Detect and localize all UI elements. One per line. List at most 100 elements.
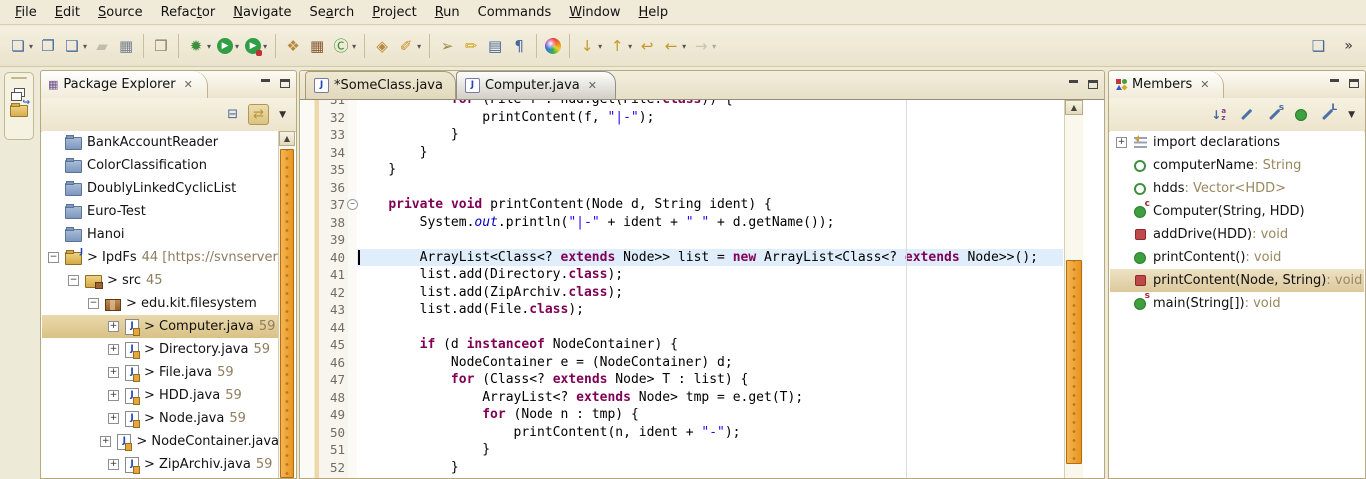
prev-annotation-icon[interactable]: ↑▾ xyxy=(605,33,635,59)
collapse-all-icon[interactable]: ⊟ xyxy=(227,107,238,122)
code-line-52[interactable]: 52 } xyxy=(301,459,1063,477)
menu-source[interactable]: Source xyxy=(89,3,152,22)
hide-static-members-icon[interactable]: s xyxy=(1267,107,1282,122)
expander-plus-icon[interactable]: + xyxy=(108,367,119,378)
search-icon[interactable]: ✐▾ xyxy=(394,33,424,59)
tree-item[interactable]: BankAccountReader xyxy=(42,131,279,154)
code-line-50[interactable]: 50 printContent(n, ident + "-"); xyxy=(301,424,1063,442)
last-edit-location-icon[interactable]: ↩ xyxy=(635,33,659,59)
close-icon[interactable]: ✕ xyxy=(1200,78,1209,91)
line-number[interactable]: 53 xyxy=(319,476,348,478)
close-icon[interactable]: ✕ xyxy=(184,78,193,91)
open-type-icon[interactable]: ◈ xyxy=(370,33,394,59)
maximize-button[interactable] xyxy=(280,79,290,88)
scroll-up-icon[interactable]: ▲ xyxy=(279,131,295,146)
next-annotation-icon[interactable]: ↓▾ xyxy=(575,33,605,59)
hide-fields-icon[interactable] xyxy=(1239,107,1254,122)
tab-package-explorer[interactable]: ▦ Package Explorer ✕ xyxy=(41,71,208,98)
code-line-46[interactable]: 46 NodeContainer e = (NodeContainer) d; xyxy=(301,354,1063,372)
new-wizard-icon[interactable]: ❏▾ xyxy=(6,33,36,59)
code-line-39[interactable]: 39 xyxy=(301,231,1063,249)
tree-item[interactable]: −> edu.kit.filesystem xyxy=(42,292,279,315)
debug-icon[interactable]: ✹▾ xyxy=(184,33,214,59)
member-item[interactable]: printContent() : void xyxy=(1110,246,1364,269)
menu-run[interactable]: Run xyxy=(426,3,469,22)
toggle-breadcrumb-icon[interactable]: ➢ xyxy=(435,33,459,59)
menu-window[interactable]: Window xyxy=(560,3,629,22)
menu-refactor[interactable]: Refactor xyxy=(152,3,225,22)
expander-plus-icon[interactable]: + xyxy=(108,459,119,470)
scroll-up-icon[interactable]: ▲ xyxy=(1065,100,1083,115)
expander-plus-icon[interactable]: + xyxy=(108,321,119,332)
sort-icon[interactable]: ↓az xyxy=(1211,108,1226,122)
print-icon[interactable]: ▦ xyxy=(114,33,138,59)
show-selected-element-icon[interactable]: ▤ xyxy=(483,33,507,59)
expander-minus-icon[interactable]: − xyxy=(88,298,99,309)
expander-plus-icon[interactable]: + xyxy=(100,436,111,447)
tab-computer-java[interactable]: J Computer.java ✕ xyxy=(456,71,616,99)
mark-occurrences-icon[interactable]: ✏ xyxy=(459,33,483,59)
copy-icon[interactable]: ❒ xyxy=(149,33,173,59)
code-line-42[interactable]: 42 list.add(ZipArchiv.class); xyxy=(301,284,1063,302)
menu-help[interactable]: Help xyxy=(630,3,678,22)
code-area[interactable]: 31 for (File f : hdd.get(File.class)) {3… xyxy=(301,100,1063,478)
code-line-49[interactable]: 49 for (Node n : tmp) { xyxy=(301,406,1063,424)
maximize-button[interactable] xyxy=(1349,79,1359,88)
line-number[interactable]: 39 xyxy=(319,231,348,249)
package-explorer-scrollbar[interactable]: ▲ xyxy=(278,131,295,478)
new-view-icon[interactable]: ❑▾ xyxy=(60,33,90,59)
close-icon[interactable]: ✕ xyxy=(588,79,597,92)
code-line-33[interactable]: 33 } xyxy=(301,126,1063,144)
tree-item[interactable]: ColorClassification xyxy=(42,154,279,177)
line-number[interactable]: 50 xyxy=(319,424,348,442)
hide-local-types-icon[interactable]: L xyxy=(1320,107,1335,122)
maximize-button[interactable] xyxy=(1088,80,1098,89)
tree-item[interactable]: DoublyLinkedCyclicList xyxy=(42,177,279,200)
code-line-40[interactable]: 40 ArrayList<Class<? extends Node>> list… xyxy=(301,249,1063,267)
line-number[interactable]: 35 xyxy=(319,161,348,179)
restore-views-icon[interactable] xyxy=(14,88,25,97)
tree-item[interactable]: +J> ZipArchiv.java59 xyxy=(42,453,279,476)
code-line-47[interactable]: 47 for (Class<? extends Node> T : list) … xyxy=(301,371,1063,389)
scrollbar-thumb[interactable] xyxy=(280,149,294,478)
member-item[interactable]: addDrive(HDD) : void xyxy=(1110,223,1364,246)
menu-navigate[interactable]: Navigate xyxy=(224,3,300,22)
code-line-53[interactable]: 53 } xyxy=(301,476,1063,478)
minimize-button[interactable] xyxy=(261,78,271,88)
link-with-editor-icon[interactable]: ⇄ xyxy=(248,104,269,125)
back-icon[interactable]: ←▾ xyxy=(659,33,689,59)
line-number[interactable]: 38 xyxy=(319,214,348,232)
line-number[interactable]: 41 xyxy=(319,266,348,284)
line-number[interactable]: 33 xyxy=(319,126,348,144)
member-item[interactable]: printContent(Node, String) : void xyxy=(1110,269,1364,292)
toolbar-overflow-chevron[interactable]: » xyxy=(1344,38,1352,54)
drag-handle[interactable] xyxy=(11,77,27,79)
code-line-43[interactable]: 43 list.add(File.class); xyxy=(301,301,1063,319)
run-icon[interactable]: ▶▾ xyxy=(214,33,242,59)
line-number[interactable]: 49 xyxy=(319,406,348,424)
tree-item[interactable]: Hanoi xyxy=(42,223,279,246)
minimize-button[interactable] xyxy=(1069,79,1079,89)
line-number[interactable]: 46 xyxy=(319,354,348,372)
code-line-31[interactable]: 31 for (File f : hdd.get(File.class)) { xyxy=(301,100,1063,109)
new-editor-icon[interactable]: ❐ xyxy=(36,33,60,59)
code-line-35[interactable]: 35 } xyxy=(301,161,1063,179)
line-number[interactable]: 51 xyxy=(319,441,348,459)
menu-search[interactable]: Search xyxy=(301,3,364,22)
line-number[interactable]: 52 xyxy=(319,459,348,477)
expander-plus-icon[interactable]: + xyxy=(108,390,119,401)
code-line-32[interactable]: 32 printContent(f, "|-"); xyxy=(301,109,1063,127)
line-number[interactable]: 44 xyxy=(319,319,348,337)
fold-collapse-icon[interactable] xyxy=(348,196,357,214)
expander-minus-icon[interactable]: − xyxy=(48,252,59,263)
show-public-members-icon[interactable] xyxy=(1295,109,1307,121)
menu-project[interactable]: Project xyxy=(363,3,426,22)
tree-item[interactable]: +J> Directory.java59 xyxy=(42,338,279,361)
expander-plus-icon[interactable]: + xyxy=(108,413,119,424)
tree-item[interactable]: +J> File.java59 xyxy=(42,361,279,384)
expander-plus-icon[interactable]: + xyxy=(1116,137,1127,148)
line-number[interactable]: 45 xyxy=(319,336,348,354)
member-item[interactable]: hdds : Vector<HDD> xyxy=(1110,177,1364,200)
tree-item[interactable]: +J> HDD.java59 xyxy=(42,384,279,407)
new-class-icon[interactable]: Ⓒ▾ xyxy=(329,33,359,59)
